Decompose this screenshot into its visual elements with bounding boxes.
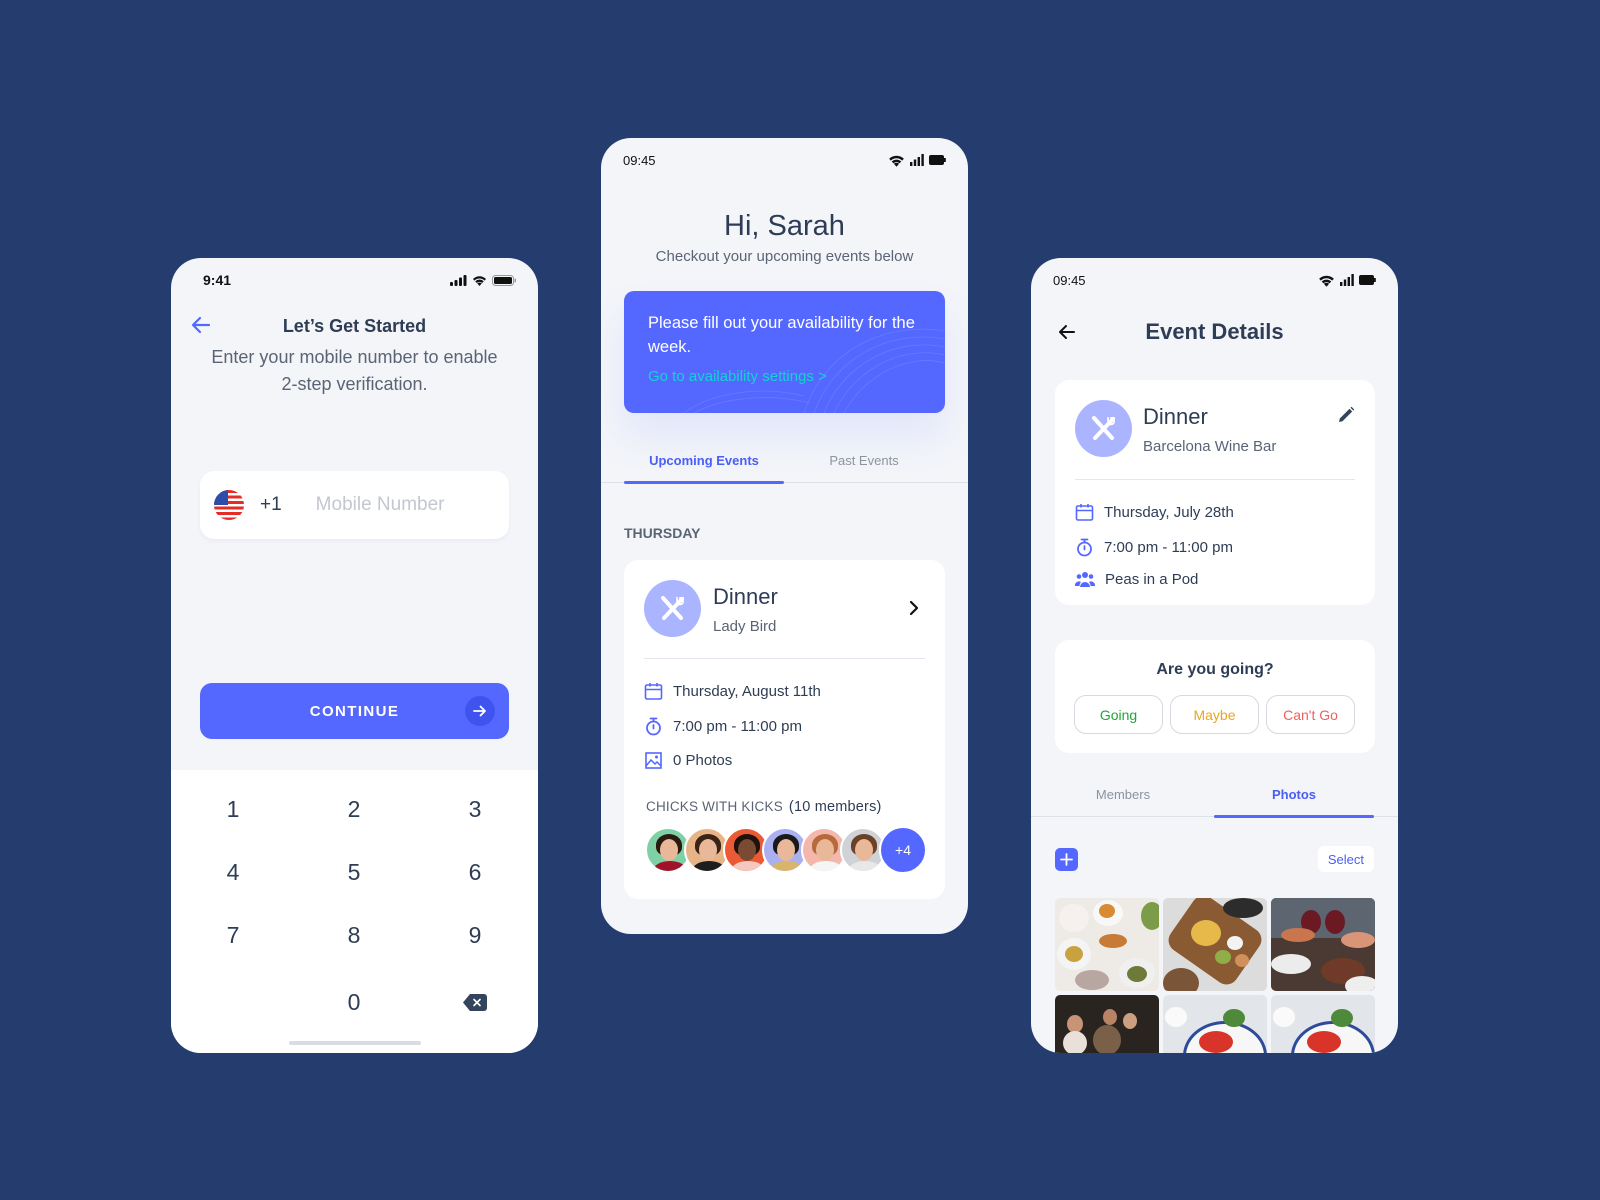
event-photos-count: 0 Photos [673, 752, 733, 769]
key-0[interactable]: 0 [304, 977, 404, 1027]
battery-icon [492, 274, 516, 286]
status-bar: 09:45 [1031, 258, 1398, 302]
dining-icon [644, 580, 701, 637]
home-indicator [289, 1041, 421, 1045]
tab-upcoming-events[interactable]: Upcoming Events [624, 453, 784, 484]
signal-icon [450, 274, 467, 286]
availability-banner[interactable]: Please fill out your availability for th… [624, 291, 945, 413]
event-time: 7:00 pm - 11:00 pm [1104, 539, 1233, 556]
event-group: Peas in a Pod [1105, 571, 1199, 588]
arrow-right-icon [465, 696, 495, 726]
status-time: 09:45 [623, 152, 656, 168]
wifi-icon [473, 275, 486, 286]
event-venue: Lady Bird [713, 618, 777, 635]
photo-thumbnail[interactable] [1055, 995, 1159, 1053]
tab-photos[interactable]: Photos [1214, 787, 1374, 818]
key-5[interactable]: 5 [304, 847, 404, 897]
page-title: Event Details [1145, 319, 1284, 344]
photo-thumbnail[interactable] [1163, 898, 1267, 991]
signal-icon [910, 154, 924, 166]
card-divider [1075, 479, 1355, 480]
going-button[interactable]: Going [1074, 695, 1163, 734]
dining-icon [1075, 400, 1132, 457]
dial-code[interactable]: +1 [260, 494, 282, 516]
key-3[interactable]: 3 [425, 784, 525, 834]
calendar-icon [1075, 504, 1094, 521]
page-subtitle: Enter your mobile number to enable 2-ste… [211, 347, 498, 394]
tab-past-events[interactable]: Past Events [784, 453, 944, 483]
events-tabs: Upcoming Events Past Events [601, 443, 968, 484]
status-bar: 9:41 [171, 258, 538, 302]
home-screen: 09:45 Hi, Sarah Checkout your upcoming e… [601, 138, 968, 934]
availability-settings-link[interactable]: Go to availability settings > [648, 368, 827, 385]
plus-icon [1060, 853, 1073, 866]
stopwatch-icon [646, 717, 661, 736]
login-screen: 9:41 Let’s Get Started Enter your mobile… [171, 258, 538, 1053]
key-8[interactable]: 8 [304, 910, 404, 960]
event-venue: Barcelona Wine Bar [1143, 438, 1277, 455]
tab-members[interactable]: Members [1043, 787, 1203, 817]
phone-number-field[interactable]: +1 [200, 471, 509, 539]
card-divider [644, 658, 925, 659]
wifi-icon [889, 155, 904, 167]
continue-label: CONTINUE [309, 702, 400, 720]
numeric-keypad: 1 2 3 4 5 6 7 8 9 0 [171, 770, 538, 1053]
key-7[interactable]: 7 [183, 910, 283, 960]
us-flag-icon[interactable] [214, 490, 244, 520]
more-members-badge[interactable]: +4 [879, 826, 927, 874]
stopwatch-icon [1077, 538, 1092, 557]
edit-pencil-icon[interactable] [1337, 406, 1355, 424]
event-title: Dinner [1143, 404, 1208, 429]
rsvp-question: Are you going? [1156, 661, 1274, 678]
event-details-screen: 09:45 Event Details Dinner Barcelona Win… [1031, 258, 1398, 1053]
cant-go-button[interactable]: Can't Go [1266, 695, 1355, 734]
continue-button[interactable]: CONTINUE [200, 683, 509, 739]
battery-icon [929, 155, 946, 165]
group-users-icon [1075, 572, 1095, 587]
greeting-subtitle: Checkout your upcoming events below [655, 248, 914, 265]
event-detail-tabs: Members Photos [1031, 777, 1398, 818]
select-photos-button[interactable]: Select [1317, 846, 1374, 872]
status-time: 09:45 [1053, 272, 1086, 288]
day-heading: THURSDAY [624, 525, 701, 541]
key-4[interactable]: 4 [183, 847, 283, 897]
photo-thumbnail[interactable] [1163, 995, 1267, 1053]
page-title: Let’s Get Started [282, 316, 427, 336]
key-1[interactable]: 1 [183, 784, 283, 834]
maybe-button[interactable]: Maybe [1170, 695, 1259, 734]
status-bar: 09:45 [601, 138, 968, 182]
event-date: Thursday, August 11th [673, 683, 821, 700]
photo-thumbnail[interactable] [1271, 995, 1375, 1053]
signal-icon [1340, 274, 1354, 286]
event-info-card: Dinner Barcelona Wine Bar Thursday, July… [1055, 380, 1375, 605]
greeting-title: Hi, Sarah [724, 210, 845, 242]
backspace-icon [463, 993, 487, 1011]
status-time: 9:41 [203, 272, 232, 288]
calendar-icon [644, 683, 663, 700]
wifi-icon [1319, 275, 1334, 287]
mobile-number-input[interactable] [315, 494, 496, 516]
group-member-count: (10 members) [788, 799, 882, 815]
event-time: 7:00 pm - 11:00 pm [673, 718, 802, 735]
event-date: Thursday, July 28th [1104, 504, 1234, 521]
key-2[interactable]: 2 [304, 784, 404, 834]
photo-thumbnail[interactable] [1271, 898, 1375, 991]
event-card[interactable]: Dinner Lady Bird Thursday, August 11th 7… [624, 560, 945, 899]
key-9[interactable]: 9 [425, 910, 525, 960]
add-photo-button[interactable] [1055, 848, 1078, 871]
group-name: CHICKS WITH KICKS [646, 799, 783, 814]
banner-message: Please fill out your availability for th… [648, 314, 915, 356]
rsvp-card: Are you going? Going Maybe Can't Go [1055, 640, 1375, 753]
event-title: Dinner [713, 584, 778, 609]
backspace-key[interactable] [425, 977, 525, 1027]
battery-icon [1359, 275, 1376, 285]
photo-thumbnail[interactable] [1055, 898, 1159, 991]
image-icon [645, 752, 662, 769]
chevron-right-icon[interactable] [906, 600, 922, 616]
key-6[interactable]: 6 [425, 847, 525, 897]
